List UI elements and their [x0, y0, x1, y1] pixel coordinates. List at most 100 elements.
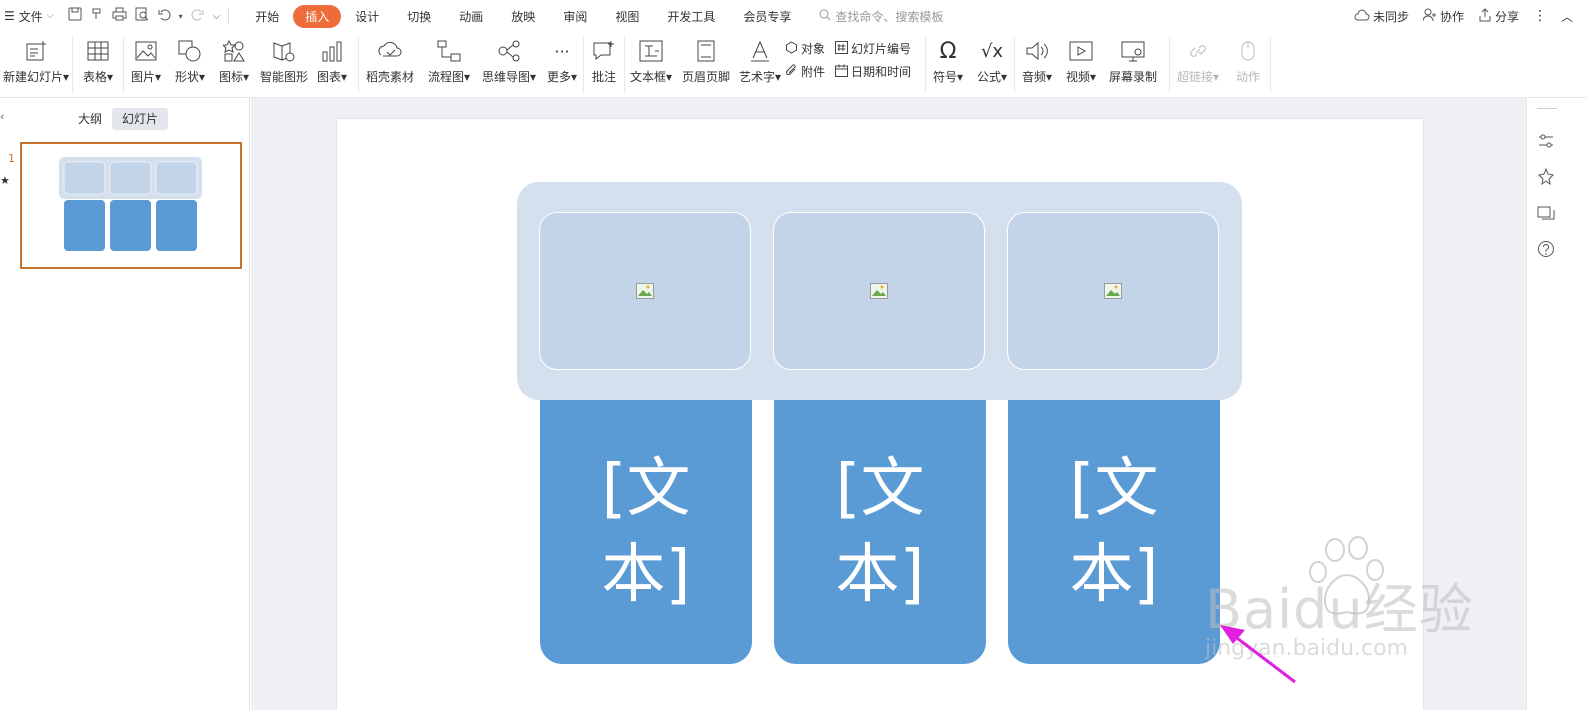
smart-art-label: 智能图形	[259, 70, 308, 84]
collapse-ribbon-icon[interactable]: ︿	[1561, 8, 1573, 25]
screen-record-button[interactable]: 屏幕录制	[1103, 32, 1163, 98]
tab-transitions[interactable]: 切换	[393, 8, 445, 25]
chart-label: 图表▾	[316, 70, 348, 84]
picture-placeholder[interactable]	[539, 212, 751, 370]
picture-placeholder[interactable]	[773, 212, 985, 370]
table-button[interactable]: 表格▾	[73, 32, 123, 98]
comment-button[interactable]: 批注	[584, 32, 624, 98]
bar-chart-icon	[319, 38, 345, 64]
text-placeholder-card[interactable]: [文本]	[774, 400, 986, 664]
equation-label: 公式▾	[976, 70, 1008, 84]
tab-outline[interactable]: 大纲	[68, 108, 112, 130]
wordart-button[interactable]: 艺术字▾	[735, 32, 785, 98]
header-footer-button[interactable]: 页眉页脚	[677, 32, 735, 98]
slide-number: 1	[8, 152, 15, 165]
search-placeholder: 查找命令、搜索模板	[835, 9, 944, 24]
card-text: [文本]	[1069, 452, 1159, 612]
tab-member[interactable]: 会员专享	[729, 8, 805, 25]
icon-button[interactable]: 图标▾	[212, 32, 256, 98]
hash-icon	[835, 40, 848, 57]
docer-assets-button[interactable]: 稻壳素材	[359, 32, 421, 98]
more-button[interactable]: ··· 更多▾	[541, 32, 583, 98]
slide-number-button[interactable]: 幻灯片编号	[835, 40, 925, 57]
print-preview-icon[interactable]	[135, 7, 149, 25]
smart-art-button[interactable]: 智能图形	[256, 32, 312, 98]
canvas-scrollbar[interactable]	[1517, 106, 1523, 702]
pin-icon[interactable]	[1537, 167, 1555, 186]
slide-thumbnail-preview	[59, 157, 202, 251]
search-icon	[819, 9, 831, 24]
sync-button[interactable]: 未同步	[1354, 8, 1409, 25]
redo-icon[interactable]	[191, 7, 205, 25]
hyperlink-label: 超链接▾	[1176, 70, 1220, 84]
smart-art-icon	[271, 38, 297, 64]
chart-button[interactable]: 图表▾	[312, 32, 352, 98]
sync-label: 未同步	[1372, 9, 1409, 24]
mindmap-button[interactable]: 思维导图▾	[477, 32, 541, 98]
text-placeholder-card[interactable]: [文本]	[1008, 400, 1220, 664]
card-text: [文本]	[601, 452, 691, 612]
picture-placeholder-icon	[1104, 283, 1122, 299]
quick-access-toolbar: ▾ ⌵	[68, 7, 221, 25]
hyperlink-button[interactable]: 超链接▾	[1170, 32, 1226, 98]
object-label: 对象	[801, 42, 826, 56]
more-label: 更多▾	[546, 70, 578, 84]
command-search[interactable]: 查找命令、搜索模板	[819, 8, 943, 25]
file-menu[interactable]: ☰ 文件 ⌵	[0, 8, 54, 25]
customize-toolbar-icon[interactable]: ⌵	[213, 11, 221, 22]
new-slide-button[interactable]: 新建幻灯片▾	[0, 32, 72, 98]
tab-design[interactable]: 设计	[341, 8, 393, 25]
picture-button[interactable]: 图片▾	[124, 32, 168, 98]
tab-view[interactable]: 视图	[601, 8, 653, 25]
textbox-button[interactable]: 文本框▾	[625, 32, 677, 98]
print-icon[interactable]	[112, 7, 127, 25]
header-footer-icon	[693, 38, 719, 64]
picture-placeholder[interactable]	[1007, 212, 1219, 370]
tab-developer[interactable]: 开发工具	[653, 8, 729, 25]
tab-insert[interactable]: 插入	[293, 4, 342, 28]
tab-home[interactable]: 开始	[241, 8, 293, 25]
share-button[interactable]: 分享	[1478, 7, 1519, 25]
file-menu-label: 文件	[18, 9, 43, 24]
flowchart-button[interactable]: 流程图▾	[421, 32, 477, 98]
shape-button[interactable]: 形状▾	[168, 32, 212, 98]
symbol-button[interactable]: Ω 符号▾	[926, 32, 970, 98]
tab-slideshow[interactable]: 放映	[497, 8, 549, 25]
format-painter-icon[interactable]	[90, 7, 104, 25]
table-icon	[85, 38, 111, 64]
date-time-button[interactable]: 日期和时间	[835, 63, 925, 80]
rail-grip	[1537, 108, 1557, 109]
menu-tabs: 开始 插入 设计 切换 动画 放映 审阅 视图 开发工具 会员专享	[241, 4, 805, 28]
tab-slides[interactable]: 幻灯片	[112, 108, 169, 130]
object-button[interactable]: 对象	[785, 40, 835, 57]
tab-review[interactable]: 审阅	[549, 8, 601, 25]
chevron-down-icon: ⌵	[46, 11, 54, 21]
hamburger-icon: ☰	[4, 9, 15, 23]
undo-icon[interactable]	[157, 7, 171, 25]
symbol-label: 符号▾	[932, 70, 964, 84]
collab-button[interactable]: 协作	[1422, 8, 1464, 25]
more-options-icon[interactable]: ⋮	[1533, 8, 1547, 24]
mindmap-icon	[496, 38, 522, 64]
comment-label: 批注	[591, 70, 616, 84]
help-icon[interactable]	[1537, 240, 1555, 258]
slide-thumbnail[interactable]	[20, 142, 242, 269]
audio-button[interactable]: 音频▾	[1015, 32, 1059, 98]
undo-dropdown-icon[interactable]: ▾	[179, 12, 183, 21]
picture-label: 图片▾	[130, 70, 162, 84]
equation-button[interactable]: √x 公式▾	[970, 32, 1014, 98]
picture-placeholder-icon	[870, 283, 888, 299]
mouse-icon	[1235, 38, 1261, 64]
divider	[228, 8, 230, 24]
text-placeholder-card[interactable]: [文本]	[540, 400, 752, 664]
sliders-icon[interactable]	[1537, 132, 1555, 150]
attachment-button[interactable]: 附件	[785, 63, 835, 80]
save-icon[interactable]	[68, 7, 82, 25]
action-button[interactable]: 动作	[1226, 32, 1270, 98]
tab-animation[interactable]: 动画	[445, 8, 497, 25]
video-button[interactable]: 视频▾	[1059, 32, 1103, 98]
cloud-icon	[1354, 9, 1370, 24]
wordart-label: 艺术字▾	[738, 70, 782, 84]
more-dots-icon: ···	[554, 41, 570, 61]
slides-switch-icon[interactable]	[1537, 204, 1555, 222]
